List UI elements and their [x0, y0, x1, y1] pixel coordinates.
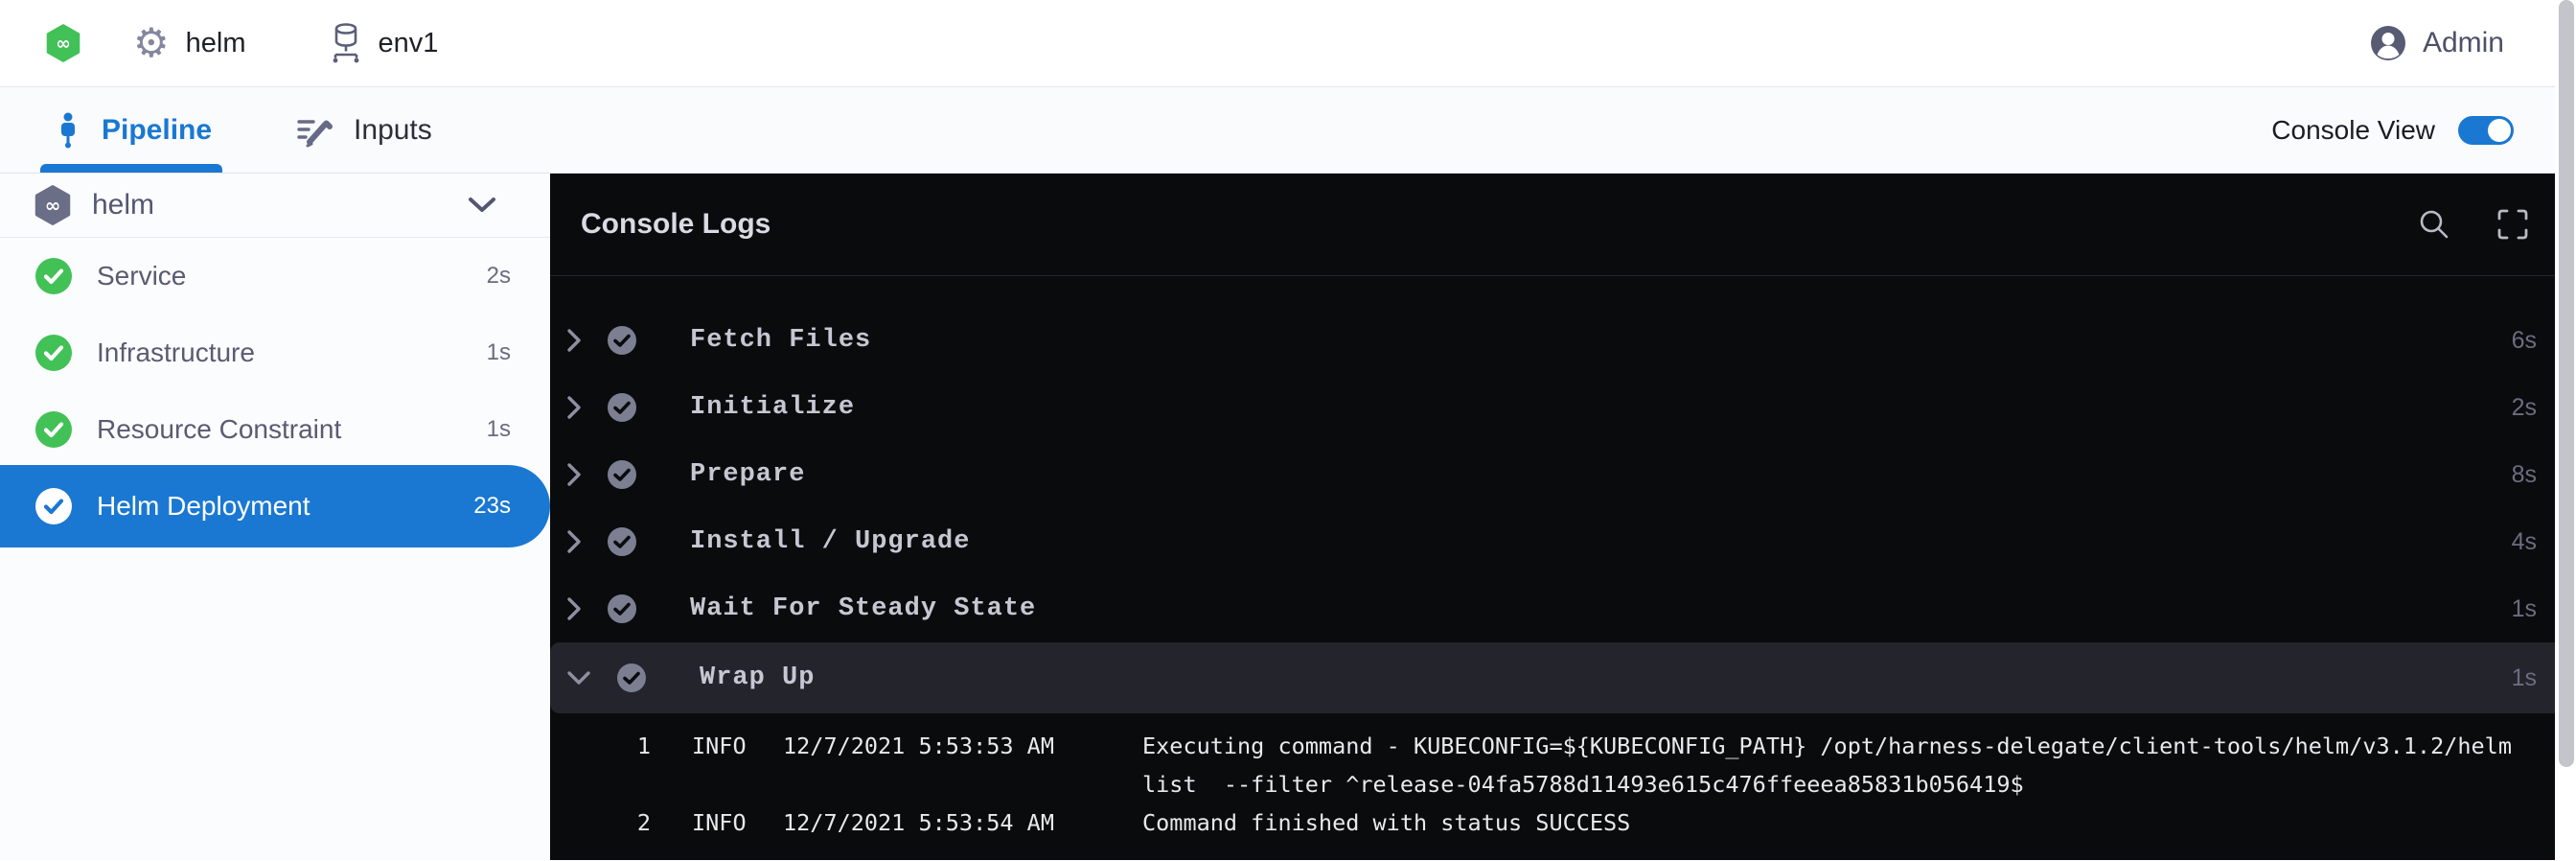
step-success-icon [615, 662, 648, 694]
step-name: Prepare [690, 460, 805, 489]
console-view-toggle[interactable] [2458, 116, 2514, 145]
top-bar: ∞ ⚙ helm env1 Admin [0, 0, 2576, 87]
step-name: Initialize [690, 393, 855, 422]
harness-logo-icon[interactable]: ∞ [46, 24, 80, 62]
console-step-wrap-up[interactable]: Wrap Up 1s [550, 642, 2576, 713]
step-success-icon [606, 324, 638, 357]
chevron-right-icon [566, 462, 582, 487]
user-menu[interactable]: Admin [2370, 25, 2504, 61]
sidebar-item-label: Infrastructure [97, 337, 255, 368]
log-timestamp: 12/7/2021 5:53:53 AM [775, 727, 1130, 803]
tab-bar: Pipeline Inputs Console View [0, 87, 2576, 174]
avatar-icon [2370, 25, 2406, 61]
duration-badge: 23s [473, 493, 511, 520]
sidebar-item-helm-deployment[interactable]: Helm Deployment 23s [0, 465, 550, 547]
console-step-wait-for-steady-state[interactable]: Wait For Steady State 1s [550, 575, 2576, 642]
step-success-icon [606, 458, 638, 491]
duration-badge: 2s [487, 263, 511, 290]
step-duration: 1s [2512, 595, 2537, 623]
step-duration: 2s [2512, 394, 2537, 422]
console-step-initialize[interactable]: Initialize 2s [550, 374, 2576, 441]
chevron-right-icon [566, 328, 582, 353]
step-duration: 1s [2512, 664, 2537, 692]
chevron-right-icon [566, 395, 582, 420]
environment-name[interactable]: env1 [379, 28, 439, 59]
stage-name: helm [92, 189, 154, 221]
gear-icon[interactable]: ⚙ [133, 23, 170, 63]
inputs-edit-icon [296, 113, 333, 148]
sidebar-item-label: Service [97, 261, 186, 291]
step-duration: 6s [2512, 327, 2537, 355]
console-view-label: Console View [2271, 115, 2435, 146]
log-level: INFO [651, 803, 775, 842]
step-success-icon [606, 525, 638, 558]
log-timestamp: 12/7/2021 5:53:54 AM [775, 803, 1130, 842]
top-bar-left: ∞ ⚙ helm env1 [46, 22, 438, 64]
chevron-down-icon [468, 197, 496, 214]
success-check-icon [35, 411, 72, 448]
sidebar-item-resource-constraint[interactable]: Resource Constraint 1s [0, 391, 550, 468]
svg-text:∞: ∞ [45, 195, 60, 217]
duration-badge: 1s [487, 416, 511, 443]
sidebar-item-infrastructure[interactable]: Infrastructure 1s [0, 314, 550, 391]
step-name: Wait For Steady State [690, 594, 1036, 623]
console-step-fetch-files[interactable]: Fetch Files 6s [550, 307, 2576, 374]
environment-icon [329, 22, 363, 64]
console-title: Console Logs [581, 208, 770, 241]
success-check-icon-selected [35, 488, 72, 524]
chevron-down-icon [566, 670, 591, 686]
duration-badge: 1s [487, 339, 511, 366]
step-name: Install / Upgrade [690, 527, 970, 556]
scrollbar-thumb[interactable] [2559, 0, 2574, 767]
toggle-knob [2488, 119, 2511, 142]
log-message: Executing command - KUBECONFIG=${KUBECON… [1130, 727, 2557, 803]
page-scrollbar [2555, 0, 2576, 861]
sidebar-item-label: Helm Deployment [97, 491, 310, 522]
tab-pipeline[interactable]: Pipeline [56, 112, 212, 149]
search-icon[interactable] [2417, 207, 2451, 242]
fullscreen-icon[interactable] [2496, 207, 2530, 242]
log-message: Command finished with status SUCCESS [1130, 803, 2557, 842]
tab-pipeline-label: Pipeline [102, 114, 212, 147]
project-name[interactable]: helm [186, 28, 246, 59]
console-step-prepare[interactable]: Prepare 8s [550, 441, 2576, 508]
step-success-icon [606, 593, 638, 625]
svg-text:∞: ∞ [56, 34, 71, 54]
step-duration: 4s [2512, 528, 2537, 556]
step-name: Fetch Files [690, 326, 871, 355]
sidebar-item-label: Resource Constraint [97, 414, 341, 445]
chevron-right-icon [566, 529, 582, 554]
log-line-number: 1 [588, 727, 651, 803]
log-line-number: 2 [588, 803, 651, 842]
log-output: 1 INFO 12/7/2021 5:53:53 AM Executing co… [550, 713, 2576, 842]
console-header: Console Logs [550, 174, 2576, 276]
success-check-icon [35, 258, 72, 294]
log-line: 1 INFO 12/7/2021 5:53:53 AM Executing co… [588, 727, 2557, 803]
pipeline-icon [56, 112, 80, 149]
console-step-install-upgrade[interactable]: Install / Upgrade 4s [550, 508, 2576, 575]
step-name: Wrap Up [700, 663, 815, 692]
chevron-right-icon [566, 596, 582, 621]
execution-sidebar: ∞ helm Service 2s Infrastructur [0, 174, 550, 860]
console-step-list: Fetch Files 6s Initialize 2s [550, 307, 2576, 713]
active-tab-underline [40, 164, 222, 173]
step-duration: 8s [2512, 461, 2537, 489]
log-line: 2 INFO 12/7/2021 5:53:54 AM Command fini… [588, 803, 2557, 842]
log-level: INFO [651, 727, 775, 803]
sidebar-item-service[interactable]: Service 2s [0, 238, 550, 314]
stage-logo-icon: ∞ [34, 185, 71, 225]
success-check-icon [35, 335, 72, 371]
tab-inputs-label: Inputs [354, 114, 432, 147]
step-success-icon [606, 391, 638, 424]
user-name: Admin [2423, 27, 2504, 59]
stage-selector[interactable]: ∞ helm [0, 174, 550, 238]
console-logs-panel: Console Logs [550, 174, 2576, 860]
tab-inputs[interactable]: Inputs [296, 113, 432, 148]
